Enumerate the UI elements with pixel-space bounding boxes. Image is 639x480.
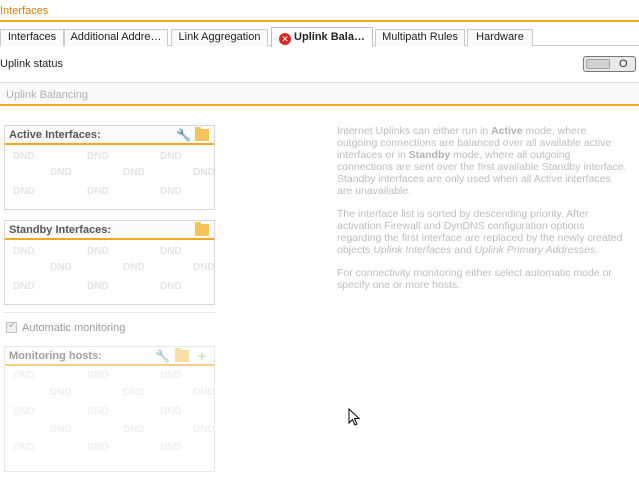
dnd-placeholder: DND bbox=[123, 262, 145, 273]
dnd-placeholder: DND bbox=[87, 370, 109, 381]
help-bold-active: Active bbox=[491, 125, 523, 137]
tab-label: Uplink Bala… bbox=[294, 31, 365, 43]
help-paragraph: The interface list is sorted by descendi… bbox=[337, 208, 627, 256]
monitoring-hosts-header: Monitoring hosts: 🔧 + bbox=[5, 347, 214, 366]
standby-interfaces-box[interactable]: Standby Interfaces: DND DND DND DND DND … bbox=[4, 220, 215, 305]
dnd-placeholder: DND bbox=[87, 246, 109, 257]
dnd-placeholder: DND bbox=[13, 246, 35, 257]
dnd-placeholder: DND bbox=[160, 186, 182, 197]
monitoring-hosts-box: Monitoring hosts: 🔧 + DND DND DND DND DN… bbox=[4, 346, 215, 472]
dnd-placeholder: DND bbox=[160, 246, 182, 257]
tab-label: Link Aggregation bbox=[178, 31, 261, 43]
tab-additional-addresses[interactable]: Additional Addre… bbox=[64, 29, 168, 46]
folder-icon[interactable] bbox=[195, 222, 209, 236]
dnd-placeholder: DND bbox=[87, 442, 109, 453]
dnd-placeholder: DND bbox=[13, 406, 35, 417]
dnd-placeholder: DND bbox=[160, 406, 182, 417]
wrench-icon: 🔧 bbox=[155, 349, 170, 363]
help-bold-standby: Standby bbox=[408, 149, 451, 161]
uplink-status-label: Uplink status bbox=[0, 58, 63, 70]
dnd-placeholder: DND bbox=[160, 442, 182, 453]
plus-icon: + bbox=[197, 348, 207, 364]
help-text: Internet Uplinks can either run in Activ… bbox=[337, 125, 627, 302]
dnd-placeholder: DND bbox=[50, 262, 72, 273]
help-paragraph: Internet Uplinks can either run in Activ… bbox=[337, 125, 627, 197]
help-text-span: and bbox=[451, 244, 475, 256]
dnd-placeholder: DND bbox=[87, 281, 109, 292]
dnd-placeholder: DND bbox=[123, 167, 145, 178]
page-title: Interfaces bbox=[0, 5, 49, 17]
dnd-placeholder: DND bbox=[87, 151, 109, 162]
toggle-knob[interactable] bbox=[586, 59, 610, 69]
dnd-placeholder: DND bbox=[13, 186, 35, 197]
active-interfaces-title: Active Interfaces: bbox=[9, 129, 101, 141]
toggle-state-label: O bbox=[619, 58, 628, 70]
dnd-placeholder: DND bbox=[160, 370, 182, 381]
tab-hardware[interactable]: Hardware bbox=[467, 29, 533, 46]
automatic-monitoring-label: Automatic monitoring bbox=[22, 322, 126, 334]
dnd-placeholder: DND bbox=[123, 387, 145, 398]
divider bbox=[4, 312, 215, 313]
active-interfaces-header: Active Interfaces: 🔧 bbox=[5, 126, 214, 145]
dnd-placeholder: DND bbox=[193, 387, 215, 398]
tab-bar: Interfaces Additional Addre… Link Aggreg… bbox=[0, 25, 639, 47]
help-italic-uplink-primary-addresses: Uplink Primary Addresses bbox=[474, 244, 596, 256]
tab-interfaces[interactable]: Interfaces bbox=[0, 29, 64, 46]
dnd-placeholder: DND bbox=[50, 167, 72, 178]
dnd-placeholder: DND bbox=[160, 151, 182, 162]
error-icon: ✕ bbox=[279, 33, 292, 45]
tab-link-aggregation[interactable]: Link Aggregation bbox=[171, 29, 268, 46]
automatic-monitoring[interactable]: Automatic monitoring bbox=[6, 320, 126, 334]
tab-label: Hardware bbox=[476, 31, 524, 43]
dnd-placeholder: DND bbox=[123, 424, 145, 435]
dnd-placeholder: DND bbox=[193, 424, 215, 435]
dnd-placeholder: DND bbox=[193, 167, 215, 178]
tab-label: Multipath Rules bbox=[382, 31, 458, 43]
monitoring-hosts-drop-area: DND DND DND DND DND DND DND DND DND DND … bbox=[5, 366, 215, 470]
tab-multipath-rules[interactable]: Multipath Rules bbox=[375, 29, 465, 46]
tab-uplink-balancing[interactable]: ✕ Uplink Bala… bbox=[271, 27, 373, 47]
dnd-placeholder: DND bbox=[50, 387, 72, 398]
dnd-placeholder: DND bbox=[13, 151, 35, 162]
automatic-monitoring-checkbox[interactable] bbox=[6, 320, 17, 333]
help-italic-uplink-interfaces: Uplink Interfaces bbox=[373, 244, 452, 256]
dnd-placeholder: DND bbox=[50, 424, 72, 435]
tab-label: Additional Addre… bbox=[70, 31, 162, 43]
standby-interfaces-header: Standby Interfaces: bbox=[5, 221, 214, 240]
section-title: Uplink Balancing bbox=[6, 89, 88, 101]
help-paragraph: For connectivity monitoring either selec… bbox=[337, 267, 612, 291]
standby-interfaces-title: Standby Interfaces: bbox=[9, 224, 112, 236]
dnd-placeholder: DND bbox=[193, 262, 215, 273]
page-title-bar: Interfaces bbox=[0, 0, 639, 22]
help-text-span: Internet Uplinks can either run in bbox=[337, 125, 492, 137]
monitoring-hosts-title: Monitoring hosts: bbox=[9, 350, 102, 362]
help-text-span: . bbox=[595, 244, 599, 256]
section-header: Uplink Balancing bbox=[0, 82, 639, 106]
standby-interfaces-drop-area[interactable]: DND DND DND DND DND DND DND DND DND bbox=[5, 240, 215, 304]
active-interfaces-box[interactable]: Active Interfaces: 🔧 DND DND DND DND DND… bbox=[4, 125, 215, 210]
dnd-placeholder: DND bbox=[13, 370, 35, 381]
dnd-placeholder: DND bbox=[13, 281, 35, 292]
dnd-placeholder: DND bbox=[87, 186, 109, 197]
uplink-status-toggle[interactable]: O bbox=[583, 56, 636, 72]
dnd-placeholder: DND bbox=[160, 281, 182, 292]
folder-icon[interactable] bbox=[195, 127, 209, 141]
dnd-placeholder: DND bbox=[13, 442, 35, 453]
mouse-cursor-icon bbox=[348, 408, 360, 426]
tab-label: Interfaces bbox=[7, 31, 57, 43]
dnd-placeholder: DND bbox=[87, 406, 109, 417]
wrench-icon[interactable]: 🔧 bbox=[176, 129, 191, 141]
folder-icon bbox=[175, 348, 189, 362]
active-interfaces-drop-area[interactable]: DND DND DND DND DND DND DND DND DND bbox=[5, 145, 215, 209]
